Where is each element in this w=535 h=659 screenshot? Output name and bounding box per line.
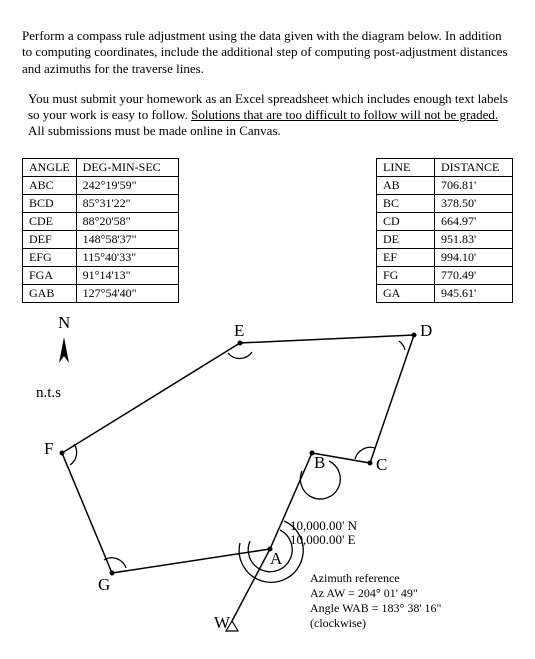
label-g: G	[98, 575, 110, 595]
table-row: BC378.50'	[377, 194, 513, 212]
north-arrow-icon	[59, 337, 69, 363]
label-b: B	[314, 453, 325, 473]
azimuth-title: Azimuth reference	[310, 571, 441, 586]
table-row: DE951.83'	[377, 230, 513, 248]
distance-table: LINE DISTANCE AB706.81' BC378.50' CD664.…	[376, 158, 513, 303]
angle-arc-e	[228, 352, 252, 359]
intro-paragraph-1: Perform a compass rule adjustment using …	[22, 28, 513, 77]
table-header-row: LINE DISTANCE	[377, 158, 513, 176]
table-row: EF994.10'	[377, 248, 513, 266]
table-row: BCD85°31'22"	[23, 194, 179, 212]
label-c: C	[376, 455, 387, 475]
coord-e: 10,000.00' E	[290, 533, 357, 548]
table-row: CDE88°20'58"	[23, 212, 179, 230]
clockwise: (clockwise)	[310, 616, 441, 631]
dms-header: DEG-MIN-SEC	[76, 158, 178, 176]
table-row: DEF148°58'37"	[23, 230, 179, 248]
table-row: FGA91°14'13"	[23, 266, 179, 284]
azimuth-aw: Az AW = 204° 01' 49"	[310, 586, 441, 601]
label-a: A	[270, 549, 282, 569]
table-row: FG770.49'	[377, 266, 513, 284]
angle-arc-d	[399, 341, 405, 350]
azimuth-block: Azimuth reference Az AW = 204° 01' 49" A…	[310, 571, 441, 631]
traverse-polygon	[62, 335, 414, 573]
label-w: W	[214, 613, 230, 633]
angle-wab: Angle WAB = 183° 38' 16"	[310, 601, 441, 616]
intro-p2-underlined: Solutions that are too difficult to foll…	[191, 107, 498, 122]
table-row: AB706.81'	[377, 176, 513, 194]
coords-block: 10,000.00' N 10,000.00' E	[290, 519, 357, 549]
intro-p2-b: All submissions must be made online in C…	[28, 123, 281, 138]
vertex-f	[60, 450, 65, 455]
table-row: CD664.97'	[377, 212, 513, 230]
table-row: ABC242°19'59"	[23, 176, 179, 194]
line-header: LINE	[377, 158, 435, 176]
nts-label: n.t.s	[36, 385, 61, 402]
distance-header: DISTANCE	[435, 158, 513, 176]
label-e: E	[234, 321, 244, 341]
angle-header: ANGLE	[23, 158, 77, 176]
north-label: N	[58, 313, 70, 333]
tables-row: ANGLE DEG-MIN-SEC ABC242°19'59" BCD85°31…	[22, 158, 513, 303]
intro-paragraph-2: You must submit your homework as an Exce…	[22, 91, 513, 140]
vertex-c	[368, 460, 373, 465]
vertex-e	[238, 340, 243, 345]
label-f: F	[44, 439, 53, 459]
coord-n: 10,000.00' N	[290, 519, 357, 534]
vertex-d	[412, 332, 417, 337]
angle-table: ANGLE DEG-MIN-SEC ABC242°19'59" BCD85°31…	[22, 158, 179, 303]
traverse-diagram: N n.t.s A B C D E F G W 10,000.00' N 10,…	[22, 313, 512, 633]
table-row: GA945.61'	[377, 284, 513, 302]
label-d: D	[420, 321, 432, 341]
table-header-row: ANGLE DEG-MIN-SEC	[23, 158, 179, 176]
table-row: EFG115°40'33"	[23, 248, 179, 266]
table-row: GAB127°54'40"	[23, 284, 179, 302]
